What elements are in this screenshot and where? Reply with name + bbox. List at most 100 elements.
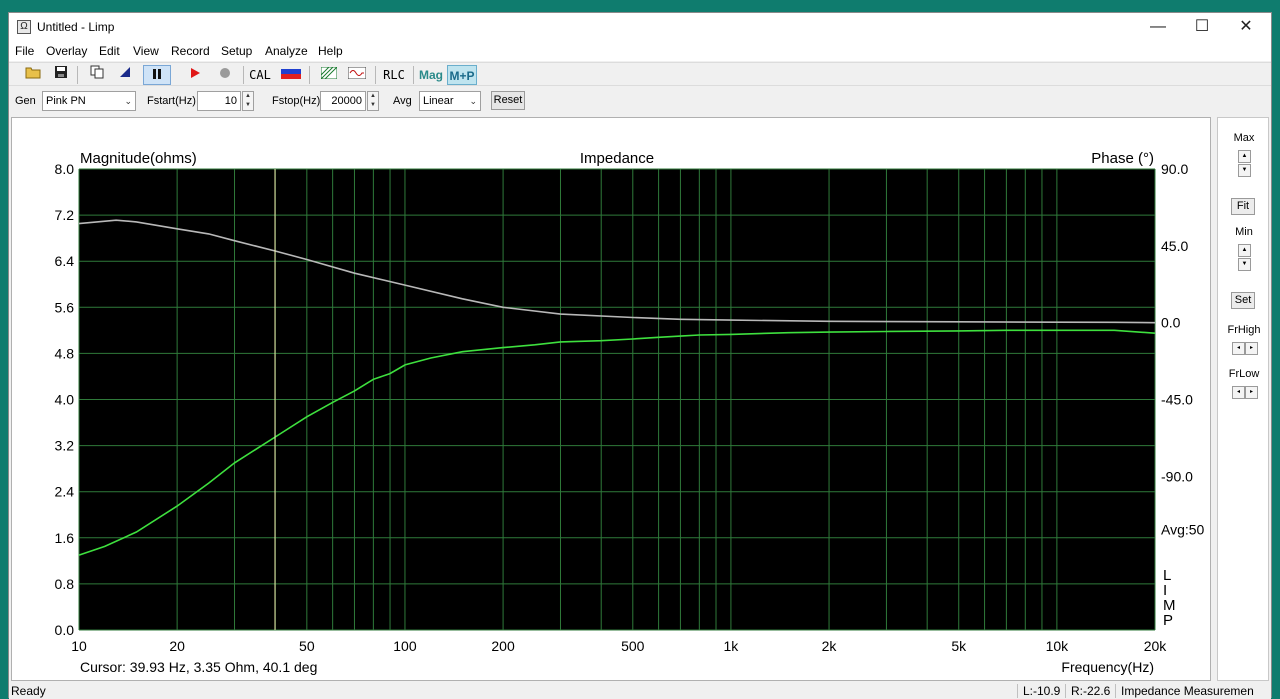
frhigh-right-arrow-icon[interactable]: ▸: [1245, 342, 1258, 355]
chart-title: Impedance: [580, 150, 654, 167]
x-tick-label: 2k: [822, 638, 838, 654]
y2-tick-label: -90.0: [1161, 468, 1193, 484]
open-folder-icon[interactable]: [21, 65, 45, 85]
rlc-button[interactable]: RLC: [381, 65, 407, 85]
mag-button[interactable]: Mag: [417, 65, 445, 85]
y-tick-label: 2.4: [55, 484, 75, 500]
min-down-arrow-icon[interactable]: ▼: [1238, 258, 1251, 271]
y-tick-label: 0.8: [55, 576, 75, 592]
menu-overlay[interactable]: Overlay: [46, 44, 87, 58]
chevron-down-icon: ⌄: [469, 96, 477, 106]
limp-watermark-letter: P: [1163, 612, 1173, 629]
frequency-axis-label: Frequency(Hz): [1061, 659, 1154, 675]
menu-view[interactable]: View: [133, 44, 159, 58]
max-label: Max: [1233, 132, 1255, 144]
hatch-pattern-icon[interactable]: [316, 65, 341, 85]
reset-button[interactable]: Reset: [491, 91, 525, 110]
cal-button[interactable]: CAL: [247, 65, 273, 85]
avg-value: Linear: [423, 95, 454, 107]
set-button[interactable]: Set: [1231, 292, 1255, 309]
fstart-label: Fstart(Hz): [147, 95, 196, 107]
frlow-label: FrLow: [1228, 368, 1260, 380]
status-mode: Impedance Measuremen: [1121, 684, 1254, 698]
x-tick-label: 50: [299, 638, 315, 654]
status-bar: Ready L:-10.9 R:-22.6 Impedance Measurem…: [9, 683, 1271, 699]
menu-file[interactable]: File: [15, 44, 34, 58]
frhigh-left-arrow-icon[interactable]: ◂: [1232, 342, 1245, 355]
x-tick-label: 10: [71, 638, 87, 654]
y-tick-label: 3.2: [55, 438, 75, 454]
window-title: Untitled - Limp: [37, 20, 115, 34]
mag-phase-button[interactable]: M+P: [447, 65, 477, 85]
pause-button-icon[interactable]: [143, 65, 171, 85]
generator-row: Gen Pink PN ⌄ Fstart(Hz) 10 ▲ ▼ Fstop(Hz)…: [9, 90, 1271, 112]
status-ready: Ready: [11, 684, 46, 698]
menu-analyze[interactable]: Analyze: [265, 44, 308, 58]
title-bar: Ω Untitled - Limp — ☐ ✕: [9, 13, 1271, 41]
chevron-down-icon: ⌄: [124, 96, 132, 106]
y-tick-label: 4.8: [55, 345, 75, 361]
y-tick-label: 1.6: [55, 530, 75, 546]
avg-select[interactable]: Linear ⌄: [419, 91, 481, 111]
avg-label: Avg: [393, 95, 412, 107]
min-up-arrow-icon[interactable]: ▲: [1238, 244, 1251, 257]
maximize-button[interactable]: ☐: [1179, 13, 1225, 41]
plot-panel: 8.0 7.2 6.4 5.6 4.8 4.0 3.2 2.4 1.6 0.8 0.0 90.0 45.…: [11, 117, 1211, 681]
fstart-spinner[interactable]: ▲ ▼: [242, 91, 254, 111]
x-tick-label: 20: [169, 638, 185, 654]
fit-button[interactable]: Fit: [1231, 198, 1255, 215]
copy-icon[interactable]: [85, 65, 109, 85]
waveform-icon[interactable]: [345, 65, 369, 85]
app-window: Ω Untitled - Limp — ☐ ✕ File Overlay Edi…: [8, 12, 1272, 699]
phase-axis-label: Phase (°): [1091, 150, 1154, 167]
cursor-readout: Cursor: 39.93 Hz, 3.35 Ohm, 40.1 deg: [80, 659, 317, 675]
fstop-label: Fstop(Hz): [272, 95, 321, 107]
y-tick-label: 7.2: [55, 207, 75, 223]
y2-tick-label: -45.0: [1161, 392, 1193, 408]
scale-panel: Max ▲ ▼ Fit Min ▲ ▼ Set FrHigh ◂ ▸ FrLow…: [1217, 117, 1269, 681]
frlow-right-arrow-icon[interactable]: ▸: [1245, 386, 1258, 399]
x-tick-label: 100: [393, 638, 417, 654]
x-tick-label: 500: [621, 638, 645, 654]
frlow-left-arrow-icon[interactable]: ◂: [1232, 386, 1245, 399]
x-tick-label: 5k: [951, 638, 967, 654]
y-tick-label: 0.0: [55, 622, 75, 638]
y2-tick-label: 90.0: [1161, 161, 1188, 177]
max-up-arrow-icon[interactable]: ▲: [1238, 150, 1251, 163]
x-tick-label: 20k: [1144, 638, 1168, 654]
y-tick-label: 8.0: [55, 161, 75, 177]
min-label: Min: [1235, 226, 1253, 238]
menu-help[interactable]: Help: [318, 44, 343, 58]
y-tick-label: 4.0: [55, 392, 75, 408]
stop-circle-icon[interactable]: [213, 65, 237, 85]
close-button[interactable]: ✕: [1223, 13, 1269, 41]
calibrate-flag-icon[interactable]: [113, 65, 137, 85]
color-bar-icon[interactable]: [279, 65, 303, 85]
menu-edit[interactable]: Edit: [99, 44, 120, 58]
gen-label: Gen: [15, 95, 36, 107]
max-down-arrow-icon[interactable]: ▼: [1238, 164, 1251, 177]
status-right-level: R:-22.6: [1071, 684, 1111, 698]
fstop-spinner[interactable]: ▲ ▼: [367, 91, 379, 111]
y-tick-label: 5.6: [55, 299, 75, 315]
toolbar: CAL RLC Mag M+P: [9, 62, 1271, 86]
menu-record[interactable]: Record: [171, 44, 210, 58]
omega-icon: Ω: [17, 20, 31, 34]
magnitude-axis-label: Magnitude(ohms): [80, 150, 197, 167]
menu-setup[interactable]: Setup: [221, 44, 252, 58]
generator-value: Pink PN: [46, 95, 86, 107]
x-tick-label: 200: [491, 638, 515, 654]
minimize-button[interactable]: —: [1135, 13, 1181, 41]
impedance-chart[interactable]: 8.0 7.2 6.4 5.6 4.8 4.0 3.2 2.4 1.6 0.8 0.0 90.0 45.…: [12, 118, 1210, 680]
generator-select[interactable]: Pink PN ⌄: [42, 91, 136, 111]
x-tick-label: 1k: [724, 638, 740, 654]
save-disk-icon[interactable]: [49, 65, 73, 85]
fstop-input[interactable]: 20000: [320, 91, 366, 111]
avg-count-label: Avg:50: [1161, 521, 1205, 537]
frhigh-label: FrHigh: [1227, 324, 1261, 336]
fstart-input[interactable]: 10: [197, 91, 241, 111]
menu-bar: File Overlay Edit View Record Setup Anal…: [9, 41, 1271, 61]
y-tick-label: 6.4: [55, 253, 75, 269]
record-play-icon[interactable]: [183, 65, 207, 85]
y2-tick-label: 45.0: [1161, 238, 1188, 254]
